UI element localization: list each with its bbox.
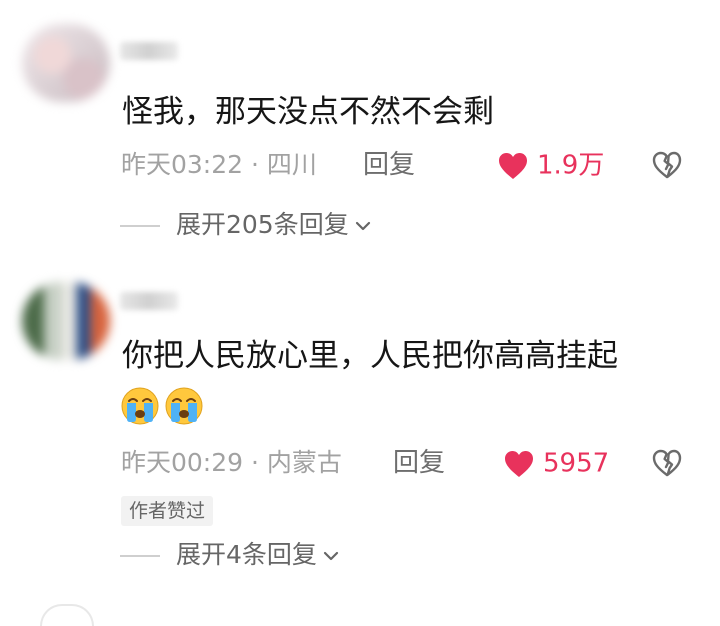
comment-location: 四川 xyxy=(266,150,317,179)
comment-meta: 昨天00:29 · 内蒙古 xyxy=(121,446,342,480)
heart-icon xyxy=(505,450,533,477)
comment-time: 昨天00:29 xyxy=(121,448,244,477)
crying-face-emoji-icon xyxy=(165,387,203,425)
author-liked-badge: 作者赞过 xyxy=(121,496,214,526)
comment-text: 怪我，那天没点不然不会剩 xyxy=(122,94,494,130)
broken-heart-icon[interactable] xyxy=(651,150,683,180)
like-count: 5957 xyxy=(543,448,610,479)
heart-icon xyxy=(499,152,527,179)
reply-button[interactable]: 回复 xyxy=(363,148,415,182)
crying-face-emoji-icon xyxy=(121,387,159,425)
like-button[interactable]: 5957 xyxy=(503,445,609,481)
expand-replies-label: 展开4条回复 xyxy=(176,540,317,569)
meta-separator: · xyxy=(251,448,259,477)
emoji-row xyxy=(120,386,208,430)
comment-item: 你把人民放心里，人民把你高高挂起 昨天00:29 · 内蒙古 回复 5957 作… xyxy=(0,262,720,610)
expand-replies-button[interactable]: 展开4条回复 xyxy=(120,538,339,572)
comment-meta: 昨天03:22 · 四川 xyxy=(121,148,317,182)
comment-time: 昨天03:22 xyxy=(121,150,244,179)
meta-separator: · xyxy=(251,150,259,179)
comment-text: 你把人民放心里，人民把你高高挂起 xyxy=(122,338,618,374)
chevron-down-icon xyxy=(355,221,370,231)
comment-location: 内蒙古 xyxy=(266,448,342,477)
avatar[interactable] xyxy=(22,282,110,360)
broken-heart-icon[interactable] xyxy=(651,448,683,478)
like-button[interactable]: 1.9万 xyxy=(497,147,604,183)
reply-button[interactable]: 回复 xyxy=(393,446,445,480)
avatar[interactable] xyxy=(22,24,110,102)
expand-replies-label: 展开205条回复 xyxy=(176,210,349,239)
expand-replies-button[interactable]: 展开205条回复 xyxy=(120,208,371,242)
username-blurred[interactable] xyxy=(120,292,178,310)
comment-item: 怪我，那天没点不然不会剩 昨天03:22 · 四川 回复 1.9万 展开205条… xyxy=(0,0,720,260)
like-count: 1.9万 xyxy=(537,150,605,181)
divider-dash xyxy=(120,555,160,557)
username-blurred[interactable] xyxy=(120,42,178,60)
divider-dash xyxy=(120,225,160,227)
chevron-down-icon xyxy=(323,551,339,561)
